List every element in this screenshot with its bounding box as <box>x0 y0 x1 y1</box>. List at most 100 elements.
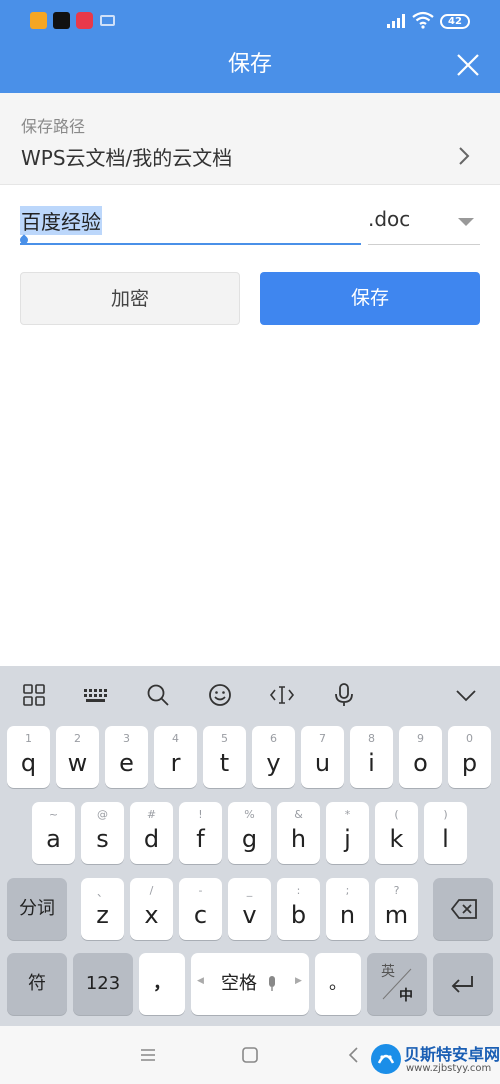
close-icon[interactable] <box>455 52 481 78</box>
segment-key-label: 分词 <box>19 898 55 919</box>
key-i[interactable]: 8i <box>350 726 393 788</box>
key-z[interactable]: 、 z <box>81 878 124 940</box>
key-primary-label: j <box>344 825 351 853</box>
signal-icon <box>387 14 407 28</box>
key-secondary-label: 2 <box>74 732 81 745</box>
mic-icon[interactable] <box>331 682 357 708</box>
key-primary-label: t <box>219 749 230 777</box>
chevron-down-icon[interactable] <box>453 682 479 708</box>
key-primary-label: y <box>266 749 281 777</box>
key-secondary-label: _ <box>246 884 253 897</box>
key-c[interactable]: -c <box>179 878 222 940</box>
key-secondary-label: 4 <box>172 732 179 745</box>
key-g[interactable]: % g <box>228 802 271 864</box>
key-primary-label: g <box>241 825 258 853</box>
key-secondary-label: 9 <box>417 732 424 745</box>
key-f[interactable]: ! f <box>179 802 222 864</box>
back-icon[interactable] <box>343 1044 365 1066</box>
key-secondary-label: 6 <box>270 732 277 745</box>
key-primary-label: i <box>368 749 375 777</box>
menu-icon[interactable] <box>137 1044 159 1066</box>
symbols-key[interactable]: 符 <box>7 953 67 1015</box>
grid-icon[interactable] <box>21 682 47 708</box>
key-t[interactable]: 5t <box>203 726 246 788</box>
soft-keyboard: 1 q 2 w 3 e 4 r 5 t 6 y 7 u 8 i 9 o 0 p ~ a @ s # d! f% g & h * j(k) l、 z… <box>0 666 500 1026</box>
segment-key[interactable]: 分词 <box>7 878 67 940</box>
key-q[interactable]: 1q <box>7 726 50 788</box>
filename-input[interactable]: 百度经验 <box>18 200 361 246</box>
key-w[interactable]: 2w <box>56 726 99 788</box>
key-v[interactable]: _ v <box>228 878 271 940</box>
key-secondary-label: ~ <box>48 808 59 821</box>
battery-icon: 42 <box>440 14 470 29</box>
extension-value: .doc <box>368 207 411 231</box>
health-icon <box>76 12 93 29</box>
enter-key[interactable] <box>433 953 493 1015</box>
key-p[interactable]: 0p <box>448 726 491 788</box>
key-primary-label: w <box>67 749 88 777</box>
numbers-key[interactable]: 123 <box>73 953 133 1015</box>
key-secondary-label: ) <box>443 808 448 821</box>
key-secondary-label: & <box>294 808 303 821</box>
comma-key[interactable]: ， <box>139 953 185 1015</box>
key-a[interactable]: ~ a <box>32 802 75 864</box>
extension-select[interactable]: .doc <box>368 200 480 245</box>
watermark: 贝斯特安卓网 www.zjbstyy.com <box>370 1041 500 1081</box>
status-bar: 42 <box>0 0 500 42</box>
lang-zh-label: 中 <box>399 988 413 1004</box>
app-header-bar: 42 保存 <box>0 0 500 93</box>
key-n[interactable]: ; n <box>326 878 369 940</box>
chevron-right-icon <box>459 147 470 165</box>
key-o[interactable]: 9o <box>399 726 442 788</box>
key-primary-label: z <box>96 901 109 929</box>
selection-handle[interactable] <box>18 234 30 246</box>
key-u[interactable]: 7u <box>301 726 344 788</box>
save-path-value: WPS云文档/我的云文档 <box>21 146 233 170</box>
space-key[interactable]: ◀ 空格 ▶ <box>191 953 309 1015</box>
key-primary-label: k <box>389 825 404 853</box>
search-icon[interactable] <box>145 682 171 708</box>
period-key[interactable]: 。 <box>315 953 361 1015</box>
key-primary-label: c <box>193 901 208 929</box>
key-x[interactable]: / x <box>130 878 173 940</box>
encrypt-button[interactable]: 加密 <box>20 272 240 325</box>
keypad-icon[interactable] <box>82 682 108 708</box>
cursor-right-icon: ▶ <box>295 976 302 986</box>
key-r[interactable]: 4r <box>154 726 197 788</box>
key-secondary-label: 5 <box>221 732 228 745</box>
key-primary-label: f <box>196 825 205 853</box>
keyboard-icon <box>100 15 115 26</box>
key-h[interactable]: & h <box>277 802 320 864</box>
home-icon[interactable] <box>239 1044 261 1066</box>
save-path-label: 保存路径 <box>21 117 86 136</box>
key-e[interactable]: 3e <box>105 726 148 788</box>
key-primary-label: l <box>442 825 449 853</box>
language-switch-key[interactable]: 英 中 <box>367 953 427 1015</box>
key-primary-label: x <box>144 901 159 929</box>
key-secondary-label: - <box>198 884 203 897</box>
key-secondary-label: # <box>146 808 157 821</box>
save-path-row[interactable]: 保存路径 WPS云文档/我的云文档 <box>0 93 500 185</box>
key-primary-label: v <box>242 901 257 929</box>
backspace-key[interactable] <box>433 878 493 940</box>
comma-key-label: ， <box>153 973 171 994</box>
key-k[interactable]: (k <box>375 802 418 864</box>
key-j[interactable]: * j <box>326 802 369 864</box>
key-d[interactable]: # d <box>130 802 173 864</box>
key-b[interactable]: :b <box>277 878 320 940</box>
app-icon <box>30 12 47 29</box>
save-button[interactable]: 保存 <box>260 272 480 325</box>
key-primary-label: m <box>384 901 409 929</box>
key-secondary-label: 0 <box>466 732 473 745</box>
numbers-key-label: 123 <box>85 973 121 994</box>
key-l[interactable]: ) l <box>424 802 467 864</box>
key-secondary-label: 1 <box>25 732 32 745</box>
period-key-label: 。 <box>329 973 347 994</box>
emoji-icon[interactable] <box>207 682 233 708</box>
text-cursor-icon[interactable] <box>269 682 295 708</box>
key-secondary-label: / <box>149 884 154 897</box>
key-primary-label: h <box>290 825 307 853</box>
key-y[interactable]: 6y <box>252 726 295 788</box>
key-s[interactable]: @ s <box>81 802 124 864</box>
key-m[interactable]: ? m <box>375 878 418 940</box>
